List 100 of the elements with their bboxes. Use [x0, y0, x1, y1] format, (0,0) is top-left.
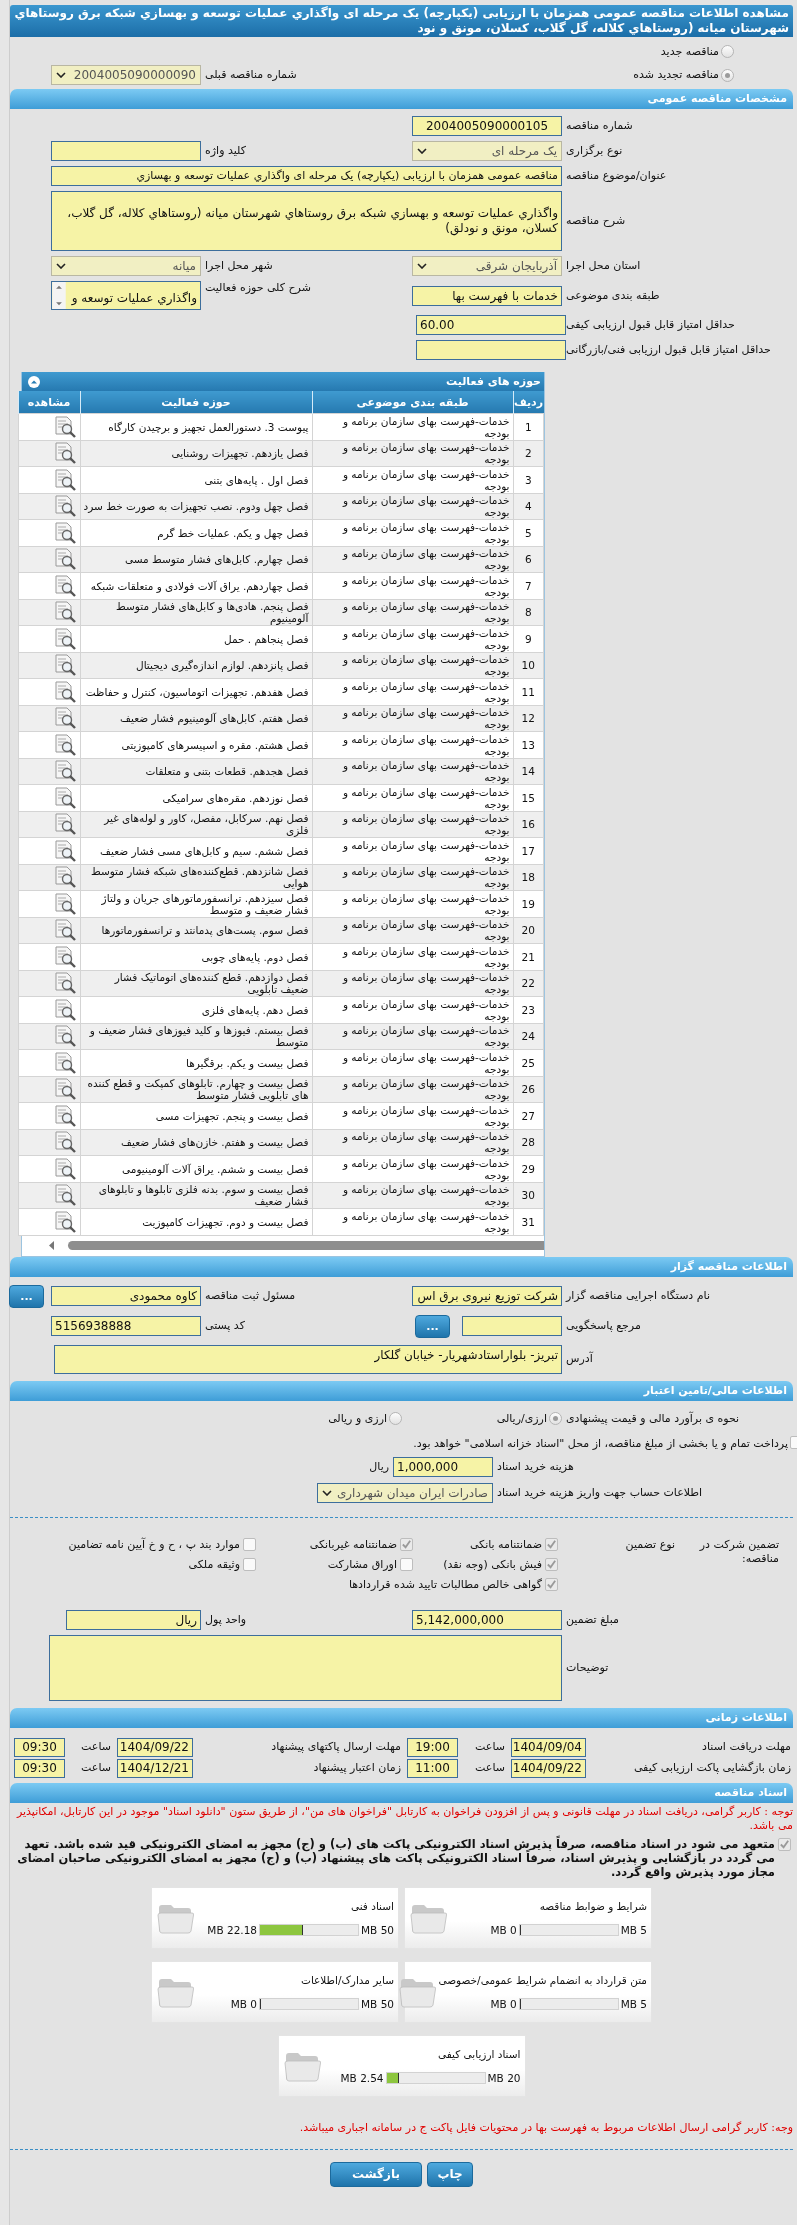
guarantee-amount-field[interactable]: 5,142,000,000 — [412, 1609, 562, 1630]
table-cell: 31 — [513, 1208, 544, 1235]
checkbox[interactable] — [545, 1558, 558, 1571]
radio-button[interactable] — [721, 68, 734, 82]
time-field[interactable]: 09:30 — [14, 1758, 65, 1778]
table-cell: فصل بیست و سوم. بدنه فلزی تابلوها و تابلوهای فشار ضعیف — [80, 1182, 312, 1209]
column-header: طبقه بندی موضوعی — [312, 391, 513, 414]
date-field[interactable]: 1404/09/22 — [511, 1758, 586, 1778]
table-cell: فصل هجدهم. قطعات بتنی و متعلقات — [80, 758, 312, 785]
registrar-field[interactable]: کاوه محمودی — [51, 1286, 201, 1306]
time-field[interactable]: 09:30 — [14, 1737, 65, 1757]
subject-field[interactable]: مناقصه عمومی همزمان با ارزیابی (یکپارچه) یک مرحله ای واگذاري عمليات توسعه و بهسازي — [51, 166, 562, 186]
province-select[interactable]: آذربایجان شرقی — [412, 256, 562, 276]
table-cell: خدمات-فهرست بهای سازمان برنامه و بودجه — [312, 890, 513, 917]
document-search-icon[interactable] — [52, 1024, 77, 1049]
document-search-icon[interactable] — [52, 785, 77, 810]
time-field[interactable]: 11:00 — [407, 1758, 458, 1778]
size-limit: 5 MB — [620, 1923, 647, 1936]
time-field[interactable]: 19:00 — [407, 1737, 458, 1757]
organization-field[interactable]: شرکت توزیع نیروی برق اس — [412, 1286, 562, 1306]
table-cell: 14 — [513, 758, 544, 785]
document-search-icon[interactable] — [52, 653, 77, 678]
checkbox[interactable] — [400, 1538, 413, 1551]
lookup-button[interactable]: ... — [9, 1284, 44, 1308]
date-field[interactable]: 1404/09/04 — [511, 1737, 586, 1757]
document-search-icon[interactable] — [52, 520, 77, 545]
document-search-icon[interactable] — [52, 1050, 77, 1075]
responder-field[interactable] — [462, 1316, 562, 1336]
table-cell: 21 — [513, 943, 544, 970]
keyword-field[interactable] — [51, 141, 201, 161]
table-cell: خدمات-فهرست بهای سازمان برنامه و بودجه — [312, 440, 513, 467]
document-search-icon[interactable] — [52, 600, 77, 625]
radio-button[interactable] — [389, 1412, 402, 1425]
table-cell: 12 — [513, 705, 544, 732]
document-search-icon[interactable] — [52, 679, 77, 704]
category-field[interactable]: خدمات با فهرست بها — [412, 285, 562, 306]
document-search-icon[interactable] — [52, 732, 77, 757]
document-search-icon[interactable] — [52, 1077, 77, 1102]
document-search-icon[interactable] — [52, 918, 77, 943]
table-cell: خدمات-فهرست بهای سازمان برنامه و بودجه — [312, 599, 513, 626]
document-search-icon[interactable] — [52, 759, 77, 784]
document-search-icon[interactable] — [52, 547, 77, 572]
document-search-icon[interactable] — [52, 1103, 77, 1128]
table-cell: خدمات-فهرست بهای سازمان برنامه و بودجه — [312, 1155, 513, 1182]
commitment-text: متعهد می شود در اسناد مناقصه، صرفاً پذیرش اسناد الکترونیکی پاکت های (ب) و (ج) مجهز به امضای الکترونیکی قید شده باشد. تعهد می گردد در بازگشایی و پذیرش اسناد، صرفاً اسناد الکترونیکی پاکت های پیشنهاد (ب) و (ج) مجهز به امضای الکترونیکی صاحبان امضای مجاز مورد پذیرش واقع گردد. — [16, 1836, 775, 1879]
document-search-icon[interactable] — [52, 441, 77, 466]
lookup-button[interactable]: ... — [415, 1314, 450, 1338]
table-cell: خدمات-فهرست بهای سازمان برنامه و بودجه — [312, 731, 513, 758]
quality-score-field[interactable]: 60.00 — [416, 315, 566, 335]
document-search-icon[interactable] — [52, 865, 77, 890]
account-select[interactable]: صادرات ایران میدان شهرداری — [317, 1482, 493, 1503]
document-search-icon[interactable] — [52, 1156, 77, 1181]
document-search-icon[interactable] — [52, 944, 77, 969]
activity-summary-field[interactable]: واگذاري عمليات توسعه و — [51, 281, 201, 310]
document-search-icon[interactable] — [52, 494, 77, 519]
document-search-icon[interactable] — [52, 812, 77, 837]
date-field[interactable]: 1404/09/22 — [117, 1737, 193, 1757]
previous-tender-select[interactable]: 2004005090000090 — [51, 65, 201, 85]
field-label: زمان بازگشایی پاکت ارزیابی کیفی — [632, 1761, 791, 1775]
holding-type-select[interactable]: یک مرحله ای — [412, 141, 562, 161]
document-search-icon[interactable] — [52, 706, 77, 731]
document-search-icon[interactable] — [52, 626, 77, 651]
checkbox[interactable] — [545, 1538, 558, 1551]
collapse-icon[interactable] — [28, 375, 40, 388]
checkbox[interactable] — [778, 1837, 791, 1851]
document-search-icon[interactable] — [52, 891, 77, 916]
document-search-icon[interactable] — [52, 1209, 77, 1234]
document-search-icon[interactable] — [52, 573, 77, 598]
document-fee-field[interactable]: 1,000,000 — [393, 1456, 493, 1477]
scrollbar[interactable] — [52, 282, 66, 309]
checkbox[interactable] — [400, 1558, 413, 1571]
table-cell: خدمات-فهرست بهای سازمان برنامه و بودجه — [312, 996, 513, 1023]
document-search-icon[interactable] — [52, 971, 77, 996]
date-field[interactable]: 1404/12/21 — [117, 1758, 193, 1778]
currency-field[interactable]: ریال — [66, 1609, 201, 1630]
document-search-icon[interactable] — [52, 414, 77, 439]
table-cell: فصل اول . پایه‌های بتنی — [80, 466, 312, 493]
city-select[interactable]: میانه — [51, 256, 201, 276]
back-button[interactable]: بازگشت — [330, 2161, 422, 2187]
table-cell: خدمات-فهرست بهای سازمان برنامه و بودجه — [312, 943, 513, 970]
field-label: حداقل امتیاز قابل قبول ارزیابی کیفی — [565, 318, 736, 332]
checkbox[interactable] — [243, 1538, 256, 1551]
checkbox[interactable] — [545, 1578, 558, 1591]
radio-button[interactable] — [549, 1412, 562, 1425]
technical-score-field[interactable] — [416, 340, 566, 360]
table-cell: خدمات-فهرست بهای سازمان برنامه و بودجه — [312, 1182, 513, 1209]
notes-field[interactable] — [49, 1634, 562, 1701]
tender-number-field[interactable]: 2004005090000105 — [412, 116, 562, 136]
document-search-icon[interactable] — [52, 1183, 77, 1208]
print-button[interactable]: چاپ — [427, 2161, 473, 2187]
address-field[interactable]: تبریز- بلواراستادشهریار- خیابان گلکار — [54, 1344, 562, 1374]
document-search-icon[interactable] — [52, 838, 77, 863]
description-field[interactable]: واگذاري عمليات توسعه و بهسازي شبکه برق روستاهاي شهرستان ميانه (روستاهاي کلاله، گل گلاب، کسلان، مونق و نودلق) — [51, 191, 562, 251]
radio-button[interactable] — [721, 45, 734, 58]
postal-code-field[interactable]: 5156938888 — [51, 1316, 201, 1336]
table-cell: فصل بیستم. فیوزها و کلید فیوزهای فشار ضعیف و متوسط — [80, 1023, 312, 1050]
document-search-icon[interactable] — [52, 997, 77, 1022]
checkbox[interactable] — [243, 1558, 256, 1571]
document-search-icon[interactable] — [52, 1130, 77, 1155]
document-search-icon[interactable] — [52, 467, 77, 492]
